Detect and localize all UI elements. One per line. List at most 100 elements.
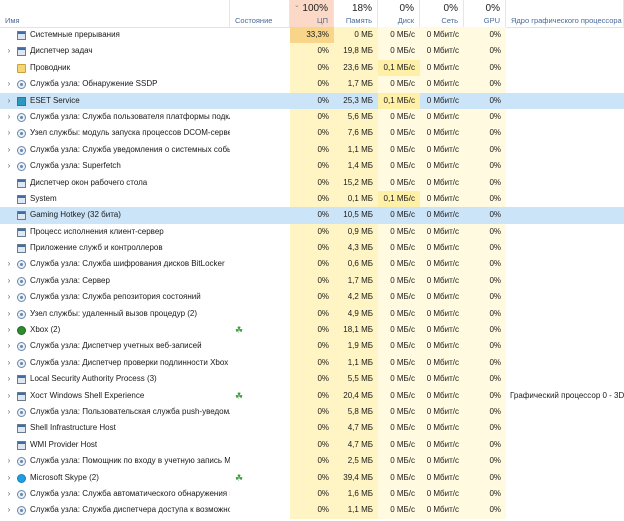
table-row[interactable]: › Служба узла: Служба уведомления о систе… [0,141,624,159]
memory-cell: 1,1 МБ [334,141,378,159]
table-row[interactable]: › Служба узла: Служба диспетчера доступа … [0,502,624,519]
memory-cell: 23,6 МБ [334,59,378,77]
chevron-right-icon[interactable]: › [5,43,13,59]
memory-cell: 0,9 МБ [334,223,378,241]
table-row[interactable]: › Служба узла: Служба репозитория состоян… [0,289,624,306]
table-row[interactable]: › Узел службы: модуль запуска процессов D… [0,125,624,142]
memory-cell: 25,3 МБ [334,92,378,109]
chevron-right-icon[interactable]: › [5,289,13,305]
status-cell [230,404,290,420]
network-total: 0% [443,3,458,14]
column-header-status[interactable]: Состояние [230,0,290,27]
chevron-right-icon[interactable]: › [5,125,13,141]
process-name-cell: › Диспетчер задач [0,43,230,59]
process-name-cell: › ESET Service [0,93,230,109]
chevron-right-icon[interactable]: › [5,76,13,92]
column-header-cpu[interactable]: ⌄ 100% ЦП [290,0,334,27]
table-row[interactable]: › Служба узла: Обнаружение SSDP 0% 1,7 МБ 0 … [0,76,624,93]
table-row[interactable]: Диспетчер окон рабочего стола 0% 15,2 МБ 0 … [0,174,624,191]
column-header-memory[interactable]: 18% Память [334,0,378,27]
column-header-network[interactable]: 0% Сеть [420,0,464,27]
win-icon [17,178,26,188]
chevron-right-icon[interactable]: › [5,158,13,174]
gpu-cell: 0% [464,92,506,109]
chevron-right-icon[interactable]: › [5,93,13,109]
status-cell [230,355,290,371]
chevron-right-icon[interactable]: › [5,142,13,158]
process-name: Gaming Hotkey (32 бита) [30,210,121,220]
disk-cell: 0 МБ/с [378,305,420,323]
gear-icon [17,162,26,172]
network-cell: 0 Мбит/с [420,371,464,388]
status-cell [230,109,290,125]
table-row[interactable]: › Служба узла: Пользовательская служба pu… [0,403,624,421]
win-icon [17,440,26,450]
chevron-right-icon[interactable]: › [5,338,13,354]
table-row[interactable]: Процесс исполнения клиент-сервер 0% 0,9 МБ… [0,223,624,241]
table-row[interactable]: › Microsoft Skype (2) ☘ 0% 39,4 МБ 0 МБ/с 0 Мб… [0,469,624,486]
chevron-right-icon[interactable]: › [5,355,13,371]
gpu-engine-cell [506,224,624,240]
status-cell [230,306,290,322]
gpu-cell: 0% [464,76,506,93]
cpu-cell: 33,3% [290,27,334,44]
table-row[interactable]: › Узел службы: удаленный вызов процедур (… [0,305,624,323]
chevron-right-icon[interactable]: › [5,453,13,469]
process-name-cell: › Служба узла: Сервер [0,273,230,289]
table-row[interactable]: › Служба узла: Диспетчер проверки подлинн… [0,354,624,372]
process-name: Служба узла: Помощник по входу в учетную… [30,456,230,466]
column-header-disk[interactable]: 0% Диск [378,0,420,27]
disk-cell: 0 МБ/с [378,502,420,519]
disk-cell: 0 МБ/с [378,469,420,486]
chevron-right-icon[interactable]: › [5,273,13,289]
gpu-cell: 0% [464,190,506,208]
chevron-right-icon[interactable]: › [5,306,13,322]
chevron-right-icon[interactable]: › [5,322,13,338]
network-cell: 0 Мбит/с [420,27,464,44]
chevron-right-icon[interactable]: › [5,470,13,486]
column-header-gpu-engine[interactable]: Ядро графического процессора [506,0,624,27]
table-row[interactable]: › Xbox (2) ☘ 0% 18,1 МБ 0 МБ/с 0 Мбит/с 0% [0,322,624,339]
disk-cell: 0 МБ/с [378,387,420,404]
chevron-right-icon[interactable]: › [5,404,13,420]
disk-cell: 0 МБ/с [378,27,420,44]
chevron-right-icon[interactable]: › [5,109,13,125]
table-row[interactable]: › ESET Service 0% 25,3 МБ 0,1 МБ/с 0 Мбит/с 0% [0,92,624,109]
chevron-right-icon[interactable]: › [5,502,13,518]
process-name: Служба узла: Диспетчер учетных веб-запис… [30,341,202,351]
chevron-right-icon[interactable]: › [5,486,13,502]
status-cell: ☘ [230,388,290,404]
chevron-right-icon[interactable]: › [5,371,13,387]
chevron-right-icon[interactable]: › [5,256,13,272]
table-row[interactable]: › Диспетчер задач 0% 19,8 МБ 0 МБ/с 0 Мбит/с 0… [0,43,624,60]
disk-cell: 0 МБ/с [378,158,420,175]
gpu-engine-cell [506,125,624,141]
gear-icon [17,276,26,286]
table-row[interactable]: Shell Infrastructure Host 0% 4,7 МБ 0 МБ/с 0… [0,420,624,437]
network-cell: 0 Мбит/с [420,403,464,421]
cpu-cell: 0% [290,387,334,404]
table-row[interactable]: › Служба узла: Служба пользователя платфо… [0,108,624,126]
table-row[interactable]: System 0% 0,1 МБ 0,1 МБ/с 0 Мбит/с 0% [0,190,624,208]
table-row[interactable]: › Служба узла: Служба шифрования дисков B… [0,256,624,273]
table-row[interactable]: › Служба узла: Служба автоматического обн… [0,485,624,503]
table-row[interactable]: Приложение служб и контроллеров 0% 4,3 МБ 0… [0,240,624,257]
gpu-cell: 0% [464,272,506,290]
gpu-cell: 0% [464,420,506,437]
table-row[interactable]: WMI Provider Host 0% 4,7 МБ 0 МБ/с 0 Мбит/с 0… [0,436,624,454]
table-row[interactable]: Gaming Hotkey (32 бита) 0% 10,5 МБ 0 МБ/с 0 … [0,207,624,224]
table-row[interactable]: › Служба узла: Диспетчер учетных веб-запи… [0,338,624,355]
table-row[interactable]: › Служба узла: Superfetch 0% 1,4 МБ 0 МБ/с 0 … [0,158,624,175]
table-row[interactable]: Системные прерывания 33,3% 0 МБ 0 МБ/с 0 Мби… [0,27,624,44]
table-row[interactable]: › Хост Windows Shell Experience ☘ 0% 20,4 МБ… [0,387,624,404]
table-row[interactable]: › Служба узла: Сервер 0% 1,7 МБ 0 МБ/с 0 Мбит… [0,272,624,290]
status-cell [230,240,290,256]
column-header-name[interactable]: Имя [0,0,230,27]
table-row[interactable]: Проводник 0% 23,6 МБ 0,1 МБ/с 0 Мбит/с 0% [0,59,624,77]
chevron-right-icon[interactable]: › [5,388,13,404]
column-header-gpu[interactable]: 0% GPU [464,0,506,27]
table-row[interactable]: › Служба узла: Помощник по входу в учетну… [0,453,624,470]
memory-cell: 1,4 МБ [334,158,378,175]
table-row[interactable]: › Local Security Authority Process (3) 0% 5… [0,371,624,388]
cpu-cell: 0% [290,469,334,486]
